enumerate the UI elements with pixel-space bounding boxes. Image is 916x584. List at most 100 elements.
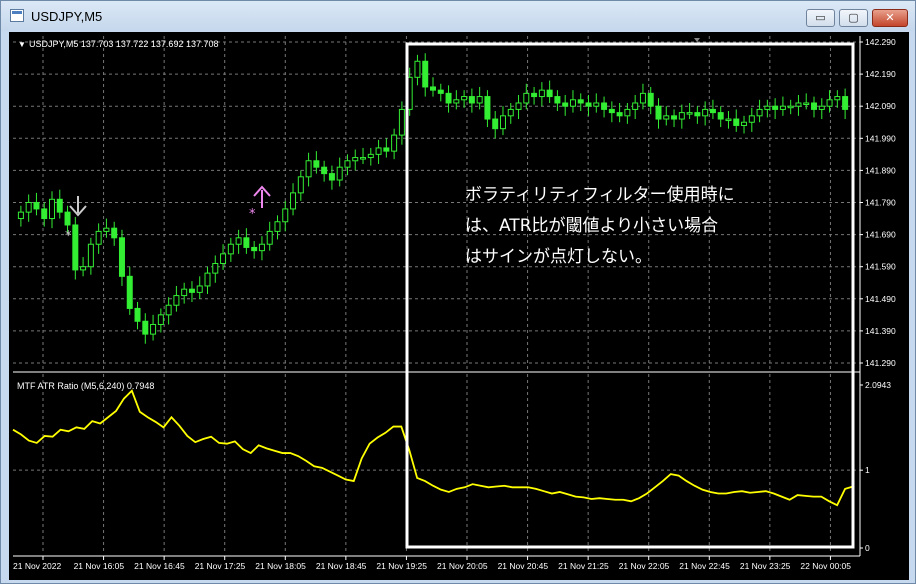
candle-body <box>398 108 405 136</box>
candle-body <box>305 160 312 178</box>
candle-body <box>126 275 133 309</box>
candle-body <box>546 89 553 98</box>
candle-body <box>507 108 514 117</box>
candle-body <box>818 105 825 110</box>
candle-body <box>87 243 94 268</box>
price-tick-label: 141.290 <box>865 358 896 368</box>
candle-body <box>709 108 716 114</box>
candle-body <box>585 102 592 107</box>
candle-body <box>297 176 304 194</box>
shift-marker-icon[interactable] <box>694 38 700 42</box>
candle-body <box>601 102 608 110</box>
sell-signal-arrow-icon <box>69 196 87 217</box>
candle-body <box>694 112 701 117</box>
candle-body <box>33 202 40 210</box>
price-tick-label: 141.590 <box>865 262 896 272</box>
candle-body <box>523 92 530 104</box>
candle-body <box>328 173 335 181</box>
candle-body <box>686 112 693 115</box>
candle-body <box>157 314 164 325</box>
candle-body <box>313 160 320 168</box>
price-tick-label: 141.690 <box>865 230 896 240</box>
candle-body <box>842 96 849 110</box>
price-tick-label: 141.990 <box>865 133 896 143</box>
time-tick-label: 21 Nov 20:45 <box>498 561 549 571</box>
candle-body <box>484 96 491 120</box>
candle-body <box>562 102 569 107</box>
time-tick-label: 21 Nov 18:45 <box>316 561 367 571</box>
candle-body <box>655 105 662 120</box>
chart-window: USDJPY,M5 ▭ ▢ ✕ USDJPY,M5 137.703 137.72… <box>0 0 916 584</box>
candle-body <box>204 272 211 287</box>
close-button[interactable]: ✕ <box>872 9 908 27</box>
time-tick-label: 21 Nov 16:05 <box>74 561 125 571</box>
price-tick-label: 141.390 <box>865 326 896 336</box>
candle-body <box>360 157 367 160</box>
candle-body <box>422 60 429 88</box>
candle-body <box>515 102 522 110</box>
time-tick-label: 21 Nov 20:05 <box>437 561 488 571</box>
sell-signal-star-icon: * <box>65 229 72 244</box>
window-title: USDJPY,M5 <box>31 9 103 24</box>
atr-ratio-line <box>12 389 854 507</box>
candle-body <box>461 96 468 101</box>
time-tick-label: 21 Nov 17:25 <box>195 561 246 571</box>
price-tick-label: 142.190 <box>865 69 896 79</box>
candle-body <box>336 166 343 181</box>
indicator-tick-label: 1 <box>865 465 870 475</box>
candle-body <box>56 198 63 213</box>
candle-body <box>290 192 297 210</box>
candle-body <box>764 105 771 110</box>
candle-body <box>632 102 639 110</box>
time-tick-label: 22 Nov 00:05 <box>800 561 851 571</box>
price-tick-label: 141.790 <box>865 198 896 208</box>
candle-body <box>741 121 748 126</box>
chart-area[interactable]: USDJPY,M5 137.703 137.722 137.692 137.70… <box>9 32 909 580</box>
candle-body <box>453 99 460 104</box>
candle-body <box>251 246 258 252</box>
candle-body <box>274 221 281 232</box>
candle-body <box>41 208 48 220</box>
candle-body <box>492 118 499 130</box>
chart-window-icon <box>10 9 24 22</box>
candle-body <box>64 211 71 226</box>
candle-body <box>80 266 87 271</box>
candle-body <box>733 118 740 126</box>
candle-body <box>118 237 125 277</box>
candle-body <box>772 105 779 110</box>
indicator-tick-label: 0 <box>865 543 870 553</box>
candle-body <box>17 211 24 220</box>
candle-body <box>111 227 118 239</box>
candle-body <box>414 60 421 78</box>
time-tick-label: 21 Nov 22:05 <box>619 561 670 571</box>
annotation-line-2: は、ATR比が閾値より小さい場合 <box>465 216 718 236</box>
candle-body <box>142 320 149 335</box>
candle-body <box>48 198 55 220</box>
candle-body <box>834 96 841 101</box>
candle-body <box>430 86 436 91</box>
chart-menu-triangle[interactable]: ▼ <box>18 40 26 49</box>
candle-body <box>321 166 328 175</box>
price-chart-svg[interactable]: USDJPY,M5 137.703 137.722 137.692 137.70… <box>9 32 909 580</box>
time-tick-label: 21 Nov 18:05 <box>255 561 306 571</box>
candle-body <box>468 96 475 104</box>
candle-body <box>663 115 670 120</box>
maximize-button[interactable]: ▢ <box>839 9 868 27</box>
candle-body <box>624 108 631 117</box>
candle-body <box>608 108 615 114</box>
candle-body <box>165 304 172 316</box>
time-tick-label: 21 Nov 22:45 <box>679 561 730 571</box>
buy-signal-arrow-icon <box>253 185 271 208</box>
candle-body <box>375 147 382 155</box>
candle-body <box>748 115 755 123</box>
candle-body <box>671 115 678 120</box>
indicator-header: MTF ATR Ratio (M5,6,240) 0.7948 <box>17 381 154 391</box>
candle-body <box>779 105 786 110</box>
minimize-button[interactable]: ▭ <box>806 9 835 27</box>
candle-body <box>826 99 833 107</box>
annotation-line-1: ボラティリティフィルター使用時に <box>465 184 735 205</box>
candle-body <box>445 92 452 104</box>
candle-body <box>173 295 180 306</box>
candle-body <box>499 115 506 130</box>
title-bar[interactable]: USDJPY,M5 ▭ ▢ ✕ <box>1 1 915 31</box>
